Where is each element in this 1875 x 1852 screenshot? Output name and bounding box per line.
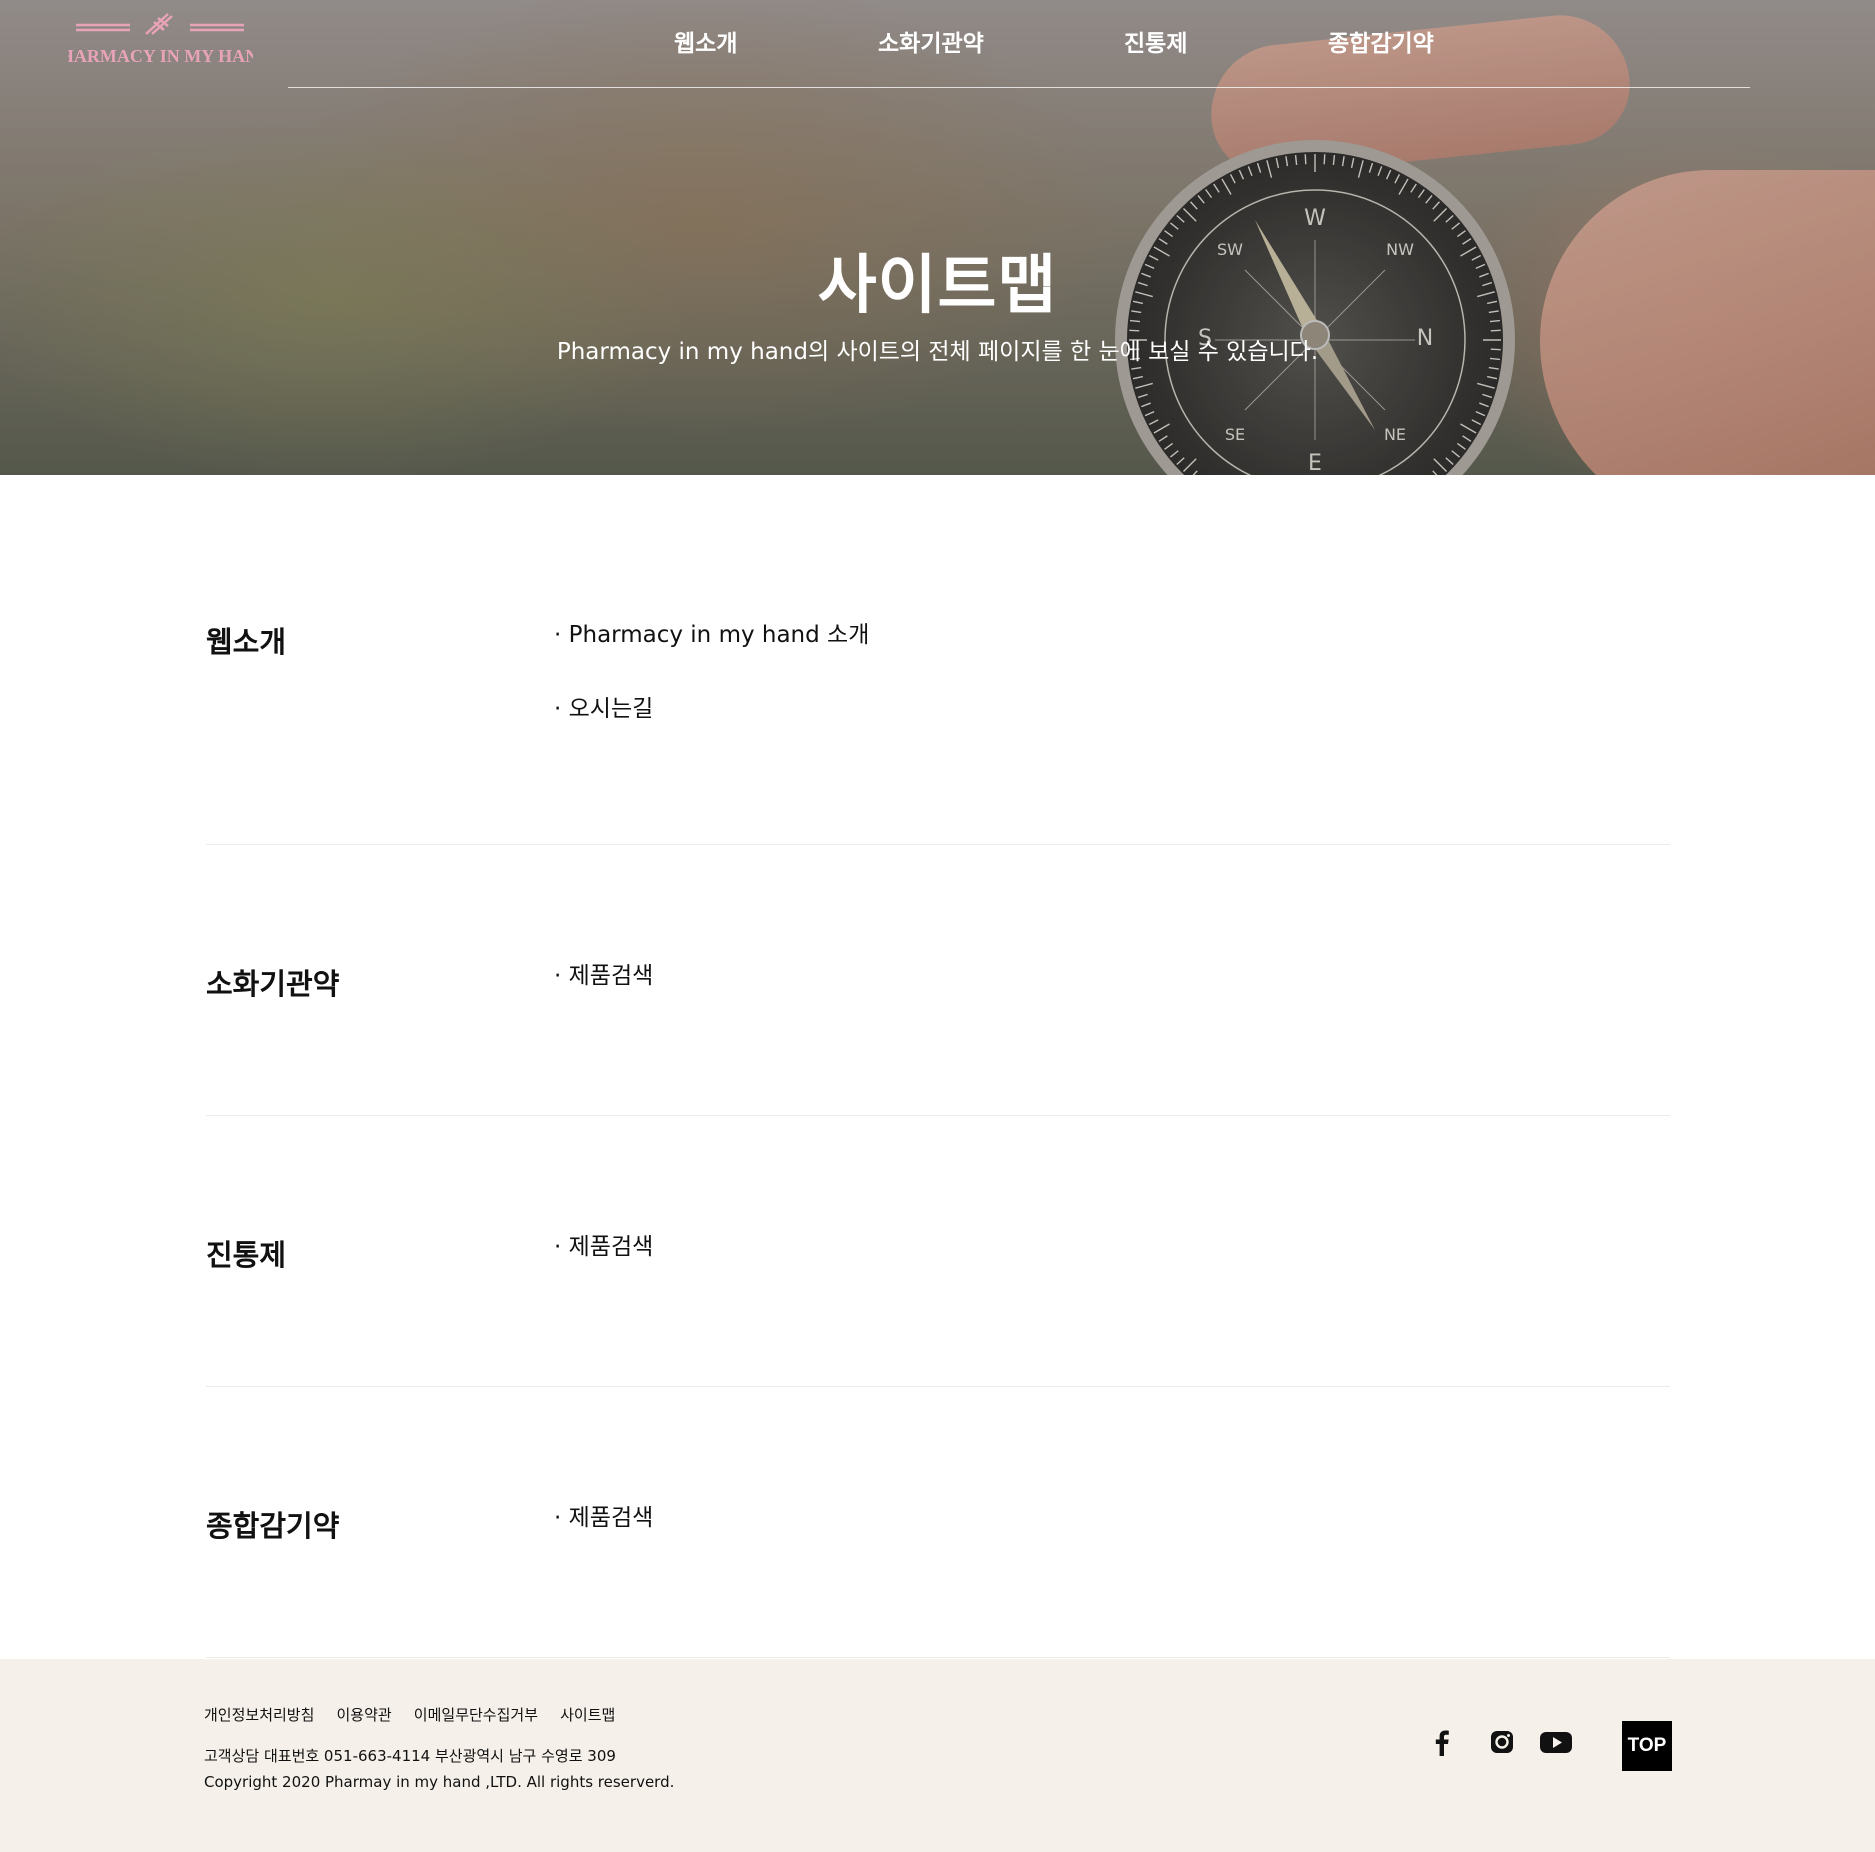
nav-item-painkiller[interactable]: 진통제 [1124,24,1187,58]
section-title: 종합감기약 [206,1509,340,1543]
nav-divider [288,87,1750,88]
scroll-top-button[interactable]: TOP [1622,1721,1672,1771]
page-title: 사이트맵 [817,249,1058,323]
sitemap-link-product-search[interactable]: 제품검색 [554,1503,654,1533]
section-links: 제품검색 [554,1232,654,1306]
nav-item-cold-medicine[interactable]: 종합감기약 [1328,24,1434,58]
section-title: 웹소개 [206,625,287,659]
footer-link-privacy[interactable]: 개인정보처리방침 [204,1706,314,1724]
hero-overlay [0,0,1875,475]
footer-links: 개인정보처리방침 이용약관 이메일무단수집거부 사이트맵 [204,1704,632,1725]
sitemap-link-intro[interactable]: Pharmacy in my hand 소개 [554,620,870,650]
hero-banner: W N E S NW SW NE SE ARMACY IN MY HAN 웹소개… [0,0,1875,475]
facebook-icon[interactable] [1427,1727,1457,1757]
footer-info: 고객상담 대표번호 051-663-4114 부산광역시 남구 수영로 309 … [204,1743,674,1795]
nav-item-digestive-medicine[interactable]: 소화기관약 [878,24,984,58]
sitemap-link-directions[interactable]: 오시는길 [554,694,869,724]
instagram-icon[interactable] [1487,1727,1517,1757]
nav-item-web-intro[interactable]: 웹소개 [674,24,737,58]
sitemap-section-painkiller: 진통제 제품검색 [206,1116,1670,1387]
sitemap-section-cold: 종합감기약 제품검색 [206,1387,1670,1658]
sitemap-link-product-search[interactable]: 제품검색 [554,961,654,991]
main-nav: 웹소개 소화기관약 진통제 종합감기약 [0,24,1875,64]
footer-link-sitemap[interactable]: 사이트맵 [560,1706,615,1724]
section-links: 제품검색 [554,961,654,1035]
youtube-icon[interactable] [1539,1727,1573,1757]
footer-link-terms[interactable]: 이용약관 [337,1706,392,1724]
sitemap-section-web-intro: 웹소개 Pharmacy in my hand 소개 오시는길 [206,475,1670,845]
section-links: Pharmacy in my hand 소개 오시는길 [554,620,870,768]
sitemap-link-product-search[interactable]: 제품검색 [554,1232,654,1262]
site-footer: 개인정보처리방침 이용약관 이메일무단수집거부 사이트맵 고객상담 대표번호 0… [0,1659,1875,1852]
sitemap-list: 웹소개 Pharmacy in my hand 소개 오시는길 소화기관약 제품… [206,475,1670,1658]
footer-contact: 고객상담 대표번호 051-663-4114 부산광역시 남구 수영로 309 [204,1747,616,1765]
page-subtitle: Pharmacy in my hand의 사이트의 전체 페이지를 한 눈에 보… [556,339,1319,365]
footer-link-email-policy[interactable]: 이메일무단수집거부 [414,1706,538,1724]
section-title: 소화기관약 [206,967,340,1001]
section-title: 진통제 [206,1238,287,1272]
sitemap-section-digestive: 소화기관약 제품검색 [206,845,1670,1116]
section-links: 제품검색 [554,1503,654,1577]
footer-copyright: Copyright 2020 Pharmay in my hand ,LTD. … [204,1773,675,1791]
